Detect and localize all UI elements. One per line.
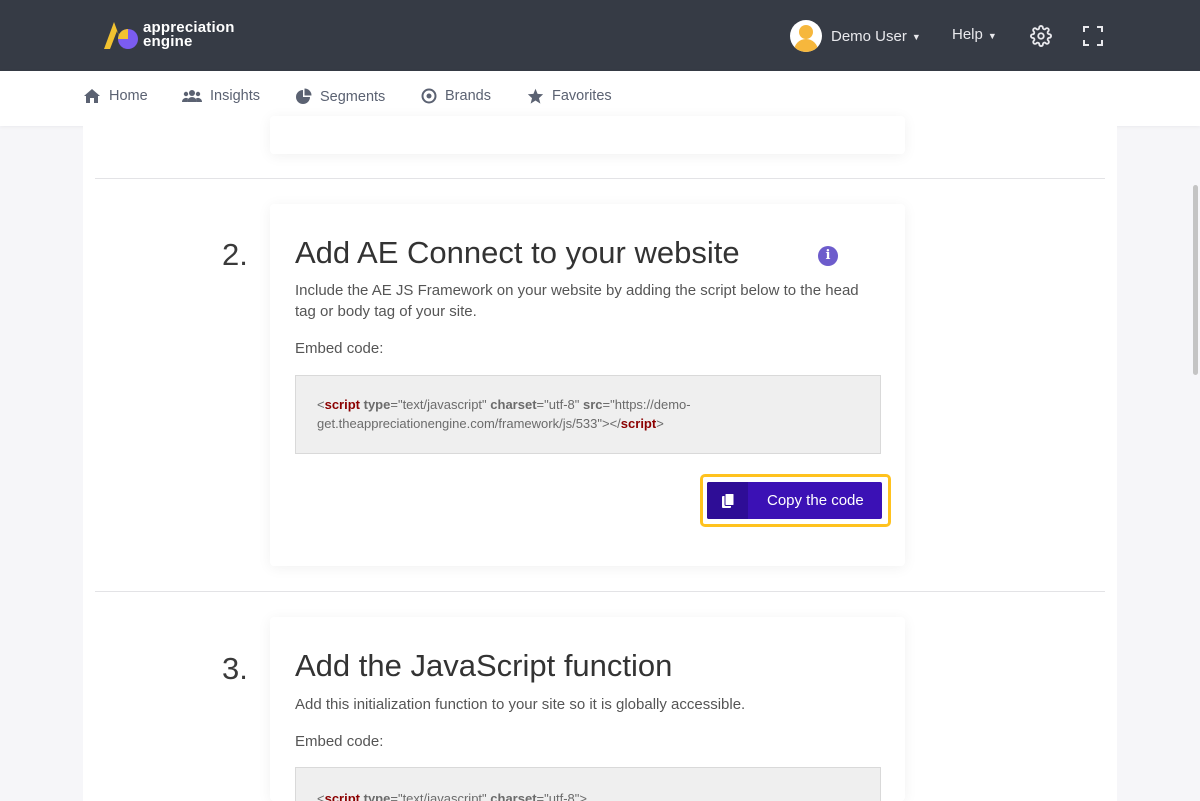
embed-code-box[interactable]: <script type="text/javascript" charset="… (295, 767, 881, 801)
step-title: Add the JavaScript function (295, 648, 673, 683)
step-number: 2. (222, 237, 248, 272)
nav-item-favorites[interactable]: Favorites (527, 88, 612, 104)
logo-text: appreciation engine (143, 19, 235, 50)
app-logo[interactable]: appreciation engine (102, 19, 247, 55)
top-bar: appreciation engine Demo User ▼ Help ▼ (0, 0, 1200, 71)
embed-code-box[interactable]: <script type="text/javascript" charset="… (295, 375, 881, 454)
step-title: Add AE Connect to your website (295, 235, 740, 270)
chevron-down-icon: ▼ (987, 30, 997, 41)
copy-icon (707, 482, 748, 519)
avatar (790, 20, 822, 52)
scrollbar[interactable] (1193, 185, 1198, 375)
nav-label: Insights (210, 88, 260, 104)
code-line: <script type="text/javascript" charset="… (317, 397, 691, 412)
user-name: Demo User (831, 27, 907, 45)
divider (95, 591, 1105, 592)
nav-item-brands[interactable]: Brands (421, 88, 491, 104)
user-menu[interactable]: Demo User ▼ (790, 20, 921, 52)
copy-code-button[interactable]: Copy the code (707, 482, 882, 519)
nav-label: Favorites (552, 88, 612, 104)
nav-label: Brands (445, 88, 491, 104)
nav-item-home[interactable]: Home (83, 88, 148, 104)
previous-step-card (270, 116, 905, 154)
code-line: <script type="text/javascript" charset="… (317, 791, 587, 801)
nav-item-segments[interactable]: Segments (295, 88, 385, 105)
help-menu[interactable]: Help ▼ (952, 26, 997, 43)
embed-code-label: Embed code: (295, 733, 384, 750)
nav-label: Home (109, 88, 148, 104)
logo-mark-icon (104, 22, 138, 49)
users-icon (182, 90, 202, 102)
pie-chart-icon (296, 88, 312, 104)
fullscreen-icon[interactable] (1083, 26, 1103, 51)
star-icon (527, 88, 544, 104)
step-number: 3. (222, 651, 248, 686)
nav-label: Segments (320, 88, 386, 105)
target-icon (421, 88, 437, 104)
copy-button-highlight: Copy the code (700, 474, 891, 527)
nav-item-insights[interactable]: Insights (182, 88, 260, 104)
embed-code-label: Embed code: (295, 340, 384, 357)
step-description: Add this initialization function to your… (295, 696, 746, 713)
code-line: get.theappreciationengine.com/framework/… (317, 416, 664, 431)
divider (95, 178, 1105, 179)
copy-code-label: Copy the code (767, 492, 864, 509)
info-icon[interactable]: i (818, 246, 838, 266)
step-description: Include the AE JS Framework on your webs… (295, 282, 859, 320)
help-label: Help (952, 26, 983, 43)
gear-icon[interactable] (1030, 25, 1052, 52)
home-icon (84, 89, 100, 103)
chevron-down-icon: ▼ (911, 32, 921, 42)
